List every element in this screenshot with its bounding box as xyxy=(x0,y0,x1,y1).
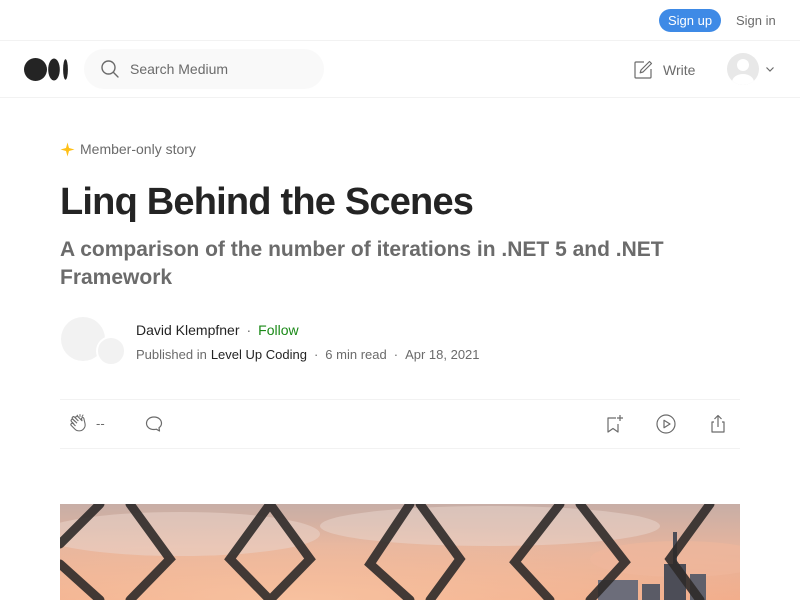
user-menu[interactable] xyxy=(727,53,777,87)
member-only-label: Member-only story xyxy=(80,141,196,157)
star-icon xyxy=(60,142,75,157)
separator-dot: · xyxy=(246,322,252,338)
write-button[interactable]: Write xyxy=(632,59,695,81)
publish-date: Apr 18, 2021 xyxy=(405,347,480,362)
member-only-badge: Member-only story xyxy=(60,141,196,157)
meta-row: Published in Level Up Coding · 6 min rea… xyxy=(136,347,480,362)
write-icon xyxy=(632,59,654,81)
nav-bar: Write xyxy=(0,41,800,98)
sign-up-button[interactable]: Sign up xyxy=(659,9,721,32)
article-hero-image xyxy=(60,504,740,600)
article-subtitle: A comparison of the number of iterations… xyxy=(60,238,664,289)
chevron-down-icon xyxy=(765,64,775,74)
share-icon[interactable] xyxy=(707,413,729,435)
user-avatar-icon xyxy=(727,53,759,85)
author-name[interactable]: David Klempfner xyxy=(136,322,240,338)
write-label: Write xyxy=(663,62,696,78)
article-title: Linq Behind the Scenes xyxy=(60,181,474,223)
author-row: David Klempfner · Follow xyxy=(136,322,299,338)
search-input[interactable] xyxy=(130,49,310,89)
publication-name[interactable]: Level Up Coding xyxy=(211,347,307,362)
read-time: 6 min read xyxy=(325,347,387,362)
comment-icon[interactable] xyxy=(143,413,165,435)
publication-avatar[interactable] xyxy=(96,336,126,366)
sign-in-link[interactable]: Sign in xyxy=(736,13,776,28)
medium-logo-icon[interactable] xyxy=(24,58,69,81)
follow-button[interactable]: Follow xyxy=(258,322,298,338)
separator-dot: · xyxy=(313,347,319,362)
action-bar: -- xyxy=(60,399,740,449)
published-in-label: Published in xyxy=(136,347,207,362)
separator-dot: · xyxy=(393,347,399,362)
search-box[interactable] xyxy=(84,49,324,89)
bookmark-icon[interactable] xyxy=(603,413,625,435)
top-bar: Sign up Sign in xyxy=(0,0,800,41)
search-icon xyxy=(100,59,120,79)
clap-icon[interactable] xyxy=(68,413,90,435)
listen-icon[interactable] xyxy=(655,413,677,435)
clap-count: -- xyxy=(96,416,105,431)
